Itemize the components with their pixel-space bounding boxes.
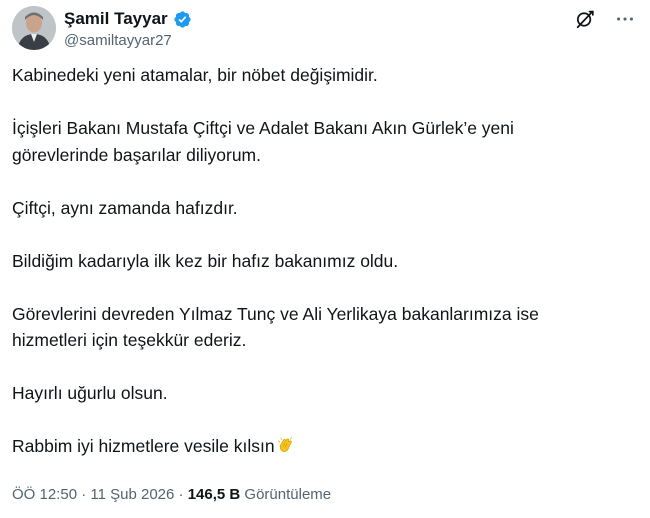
author-name-row: Şamil Tayyar (64, 9, 192, 29)
post-paragraph: İçişleri Bakanı Mustafa Çiftçi ve Adalet… (12, 118, 514, 138)
view-label: Görüntüleme (240, 486, 332, 503)
post-paragraph: Görevlerini devreden Yılmaz Tunç ve Ali … (12, 303, 539, 324)
post-header: Şamil Tayyar @samiltayyar27 (12, 6, 638, 58)
verified-badge-icon (173, 10, 192, 29)
post-meta: ÖÖ 12:50 · 11 Şub 2026 · 146,5 B Görüntü… (12, 485, 331, 505)
post-paragraph: Bildiğim kadarıyla ilk kez bir hafız bak… (12, 250, 399, 271)
grok-icon[interactable] (572, 6, 598, 32)
more-icon[interactable] (612, 6, 638, 32)
post-text: Kabinedeki yeni atamalar, bir nöbet deği… (12, 62, 632, 460)
view-count: 146,5 B (187, 486, 241, 503)
post-paragraph-last: Rabbim iyi hizmetlere vesile kılsın (12, 433, 632, 460)
meta-separator: · (174, 486, 188, 503)
post-actions-top (572, 6, 638, 32)
post-paragraph: görevlerinde başarılar diliyorum. (12, 144, 261, 165)
author-handle[interactable]: @samiltayyar27 (64, 31, 172, 51)
meta-separator: · (77, 486, 91, 503)
post-paragraph: Kabinedeki yeni atamalar, bir nöbet deği… (12, 65, 378, 85)
avatar[interactable] (12, 6, 56, 50)
post-time[interactable]: ÖÖ 12:50 (12, 486, 77, 503)
post-date[interactable]: 11 Şub 2026 (90, 486, 174, 503)
post-paragraph: Çiftçi, aynı zamanda hafızdır. (12, 197, 238, 218)
post-paragraph: Hayırlı uğurlu olsun. (12, 383, 168, 403)
author-name[interactable]: Şamil Tayyar (64, 9, 168, 29)
clapping-hands-emoji-icon (276, 435, 296, 455)
post-paragraph: hizmetleri için teşekkür ederiz. (12, 330, 247, 350)
post-paragraph-text: Rabbim iyi hizmetlere vesile kılsın (12, 436, 275, 456)
